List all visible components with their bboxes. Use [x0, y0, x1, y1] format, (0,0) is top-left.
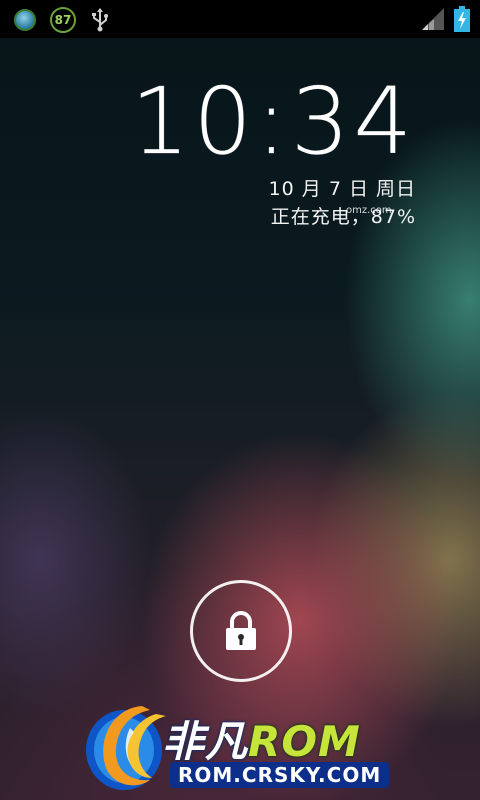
lock-screen: 87 10:34 10 月 7 日 周日 正在充电，87% omz.com 非凡… [0, 0, 480, 800]
charging-status: 正在充电，87% [270, 206, 416, 228]
overlay-watermark: omz.com [346, 205, 392, 216]
system-icons [422, 6, 470, 32]
unlock-ring[interactable] [190, 580, 292, 682]
notification-area: 87 [14, 7, 110, 33]
brand-title: 非凡ROM [162, 708, 361, 769]
battery-percent-badge: 87 [50, 7, 76, 33]
lock-icon [226, 611, 256, 650]
clock-time: 10:34 [130, 68, 416, 175]
date-text: 10 月 7 日 周日 [268, 178, 416, 200]
brand-title-cn: 非凡 [162, 717, 249, 766]
brand-title-rom: ROM [248, 717, 361, 766]
brand-url: ROM.CRSKY.COM [170, 762, 390, 788]
signal-icon [422, 8, 444, 30]
battery-charging-icon [454, 6, 470, 32]
brand-watermark: 非凡ROM ROM.CRSKY.COM [84, 698, 404, 798]
usb-icon [92, 8, 108, 32]
app-icon [14, 9, 36, 31]
brand-logo [86, 706, 166, 790]
status-bar: 87 [0, 0, 480, 38]
